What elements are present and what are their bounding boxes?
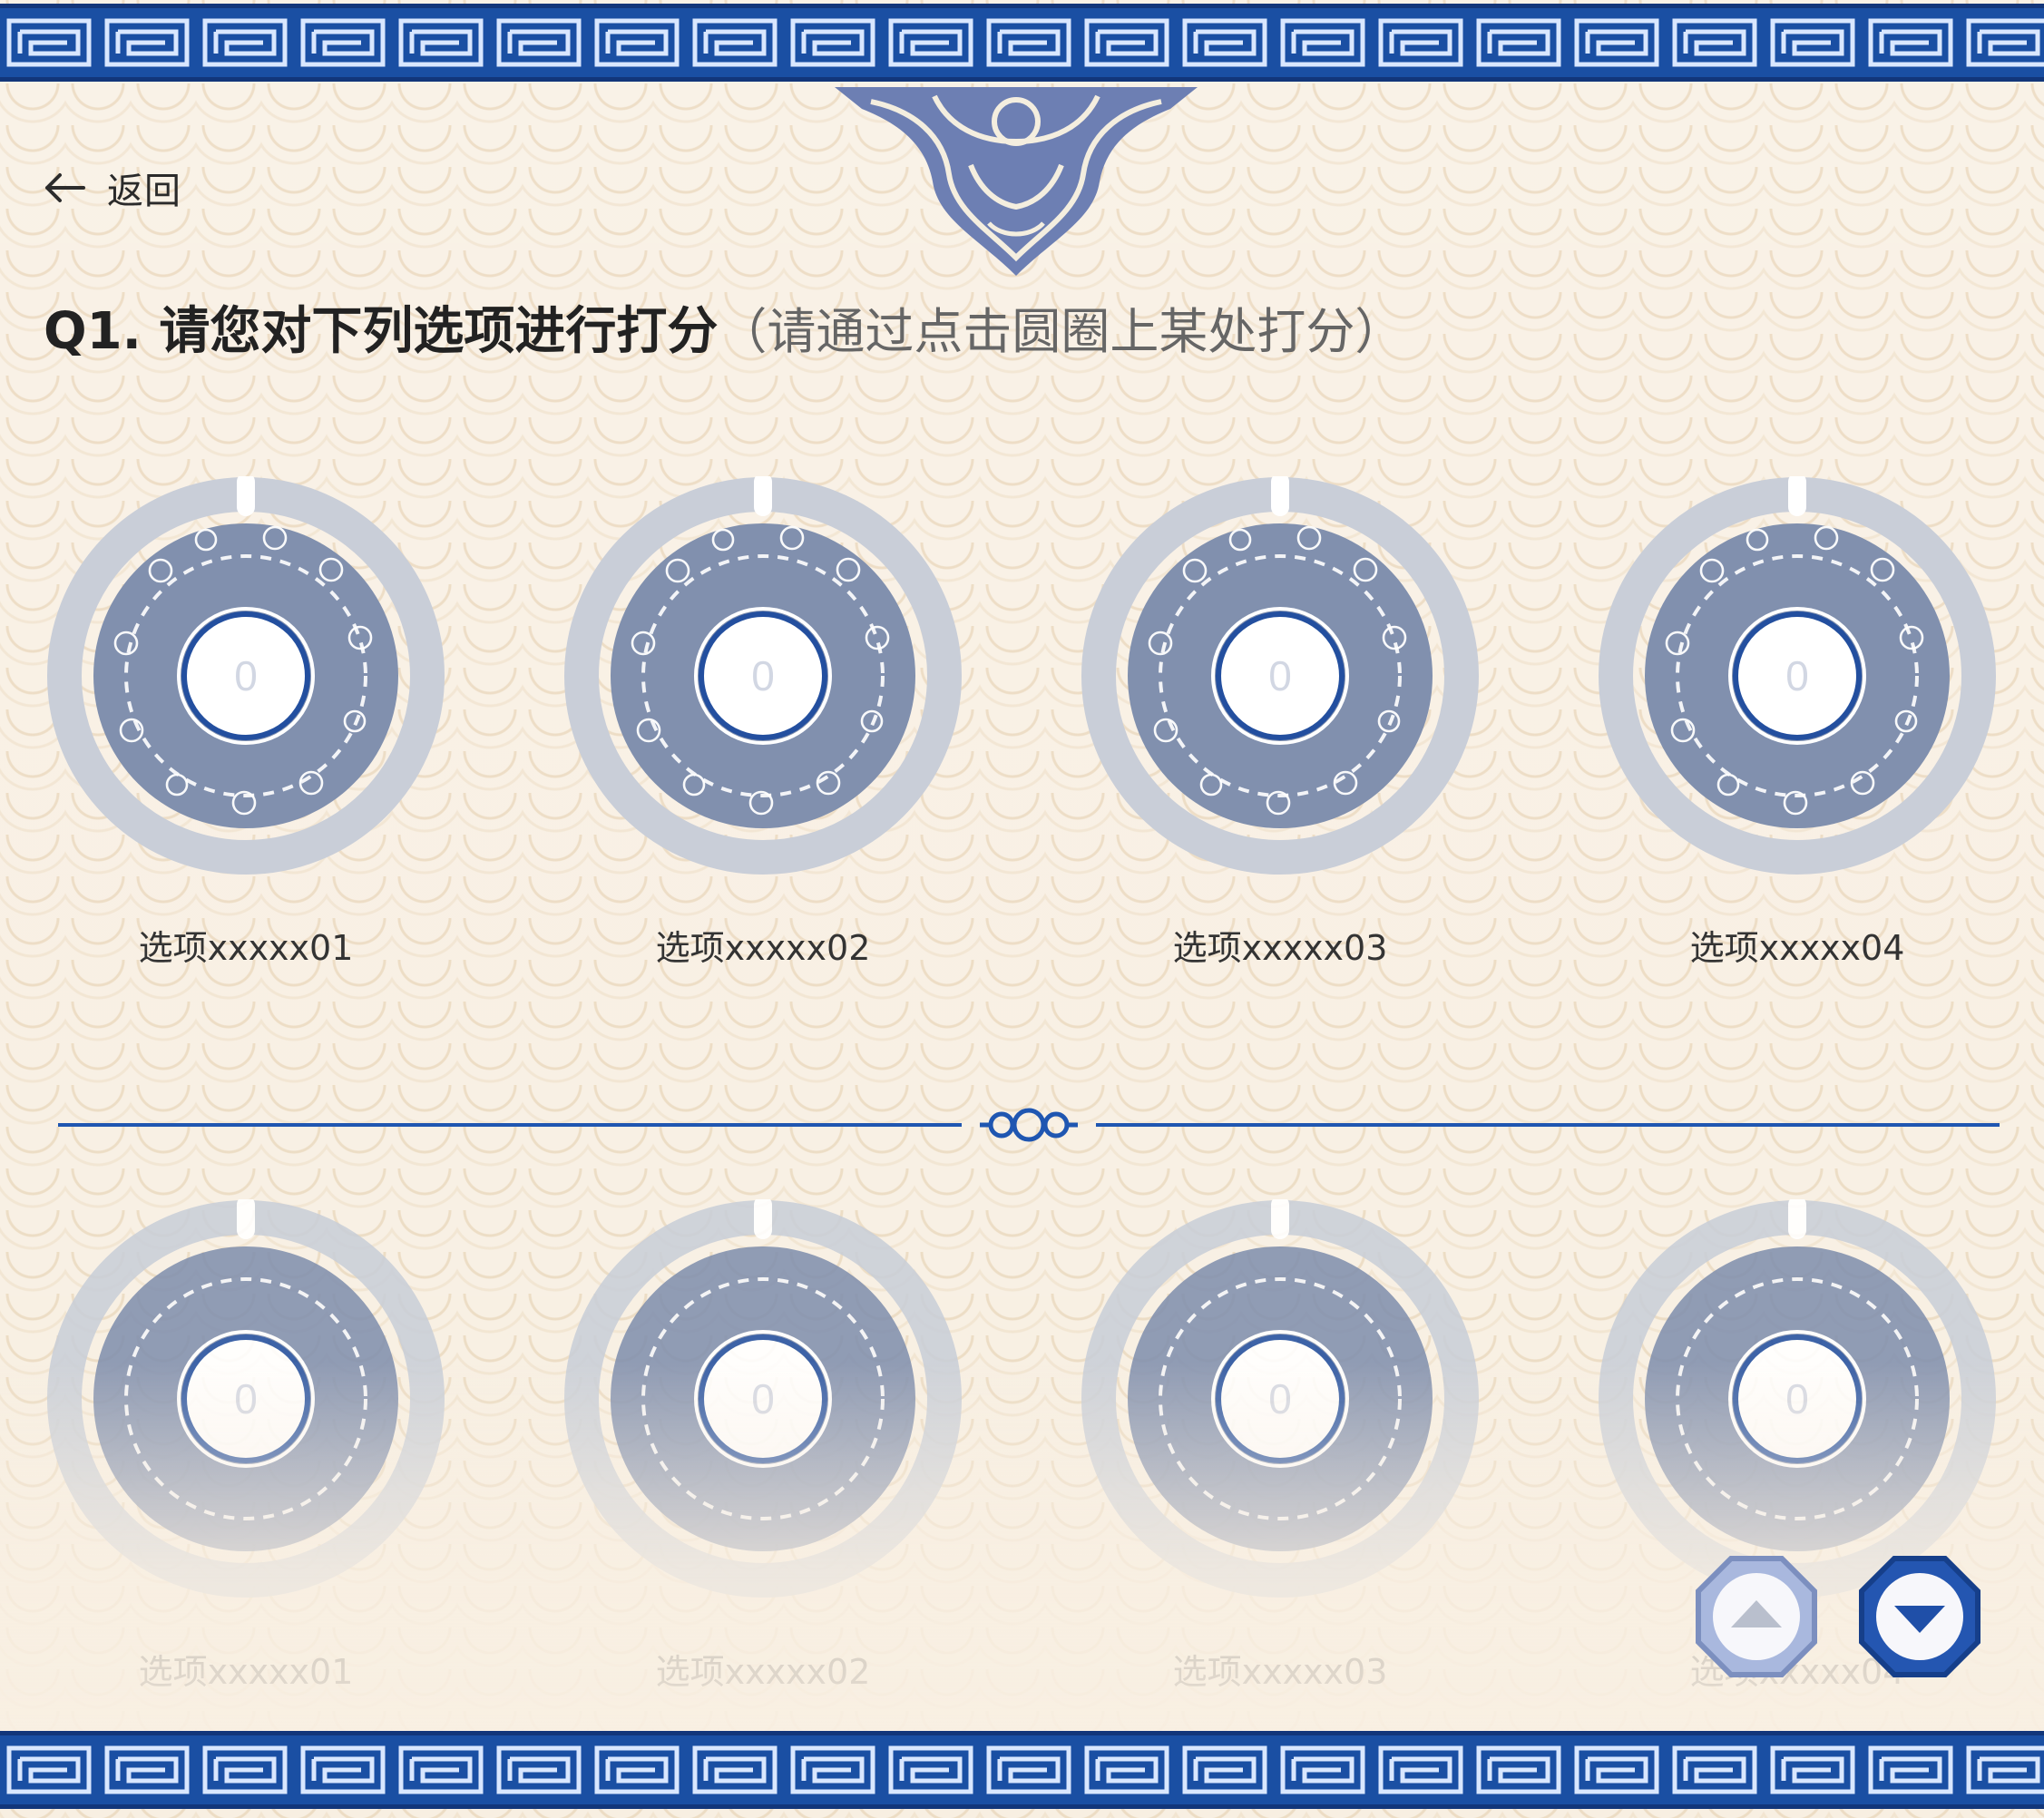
rating-dial-08[interactable]: 0: [1598, 1199, 1997, 1598]
question-text: Q1. 请您对下列选项进行打分: [44, 302, 719, 361]
rating-dial-06[interactable]: 0: [563, 1199, 963, 1598]
question-hint: （请通过点击圆圈上某处打分）: [718, 303, 1404, 360]
lotus-crest-ornament: [835, 87, 1198, 276]
rating-ring: [564, 1199, 962, 1598]
rating-ring: [1081, 476, 1479, 875]
arrow-left-icon: [45, 173, 85, 202]
rating-dial-05[interactable]: 0: [46, 1199, 445, 1598]
option-label-06: 选项xxxxx02: [655, 1652, 871, 1692]
rating-dial-03[interactable]: 0: [1081, 476, 1480, 875]
section-divider: [58, 1108, 2000, 1142]
scroll-up-button[interactable]: [1693, 1553, 1820, 1680]
chevron-down-icon: [1859, 1556, 1980, 1677]
back-button[interactable]: 返回: [42, 161, 181, 214]
fret-pattern-bottom: [0, 1735, 2044, 1804]
survey-page: 返回 Q1. 请您对下列选项进行打分（请通过点击圆圈上某处打分） 0 选项xxx…: [0, 0, 2044, 1818]
question-title: Q1. 请您对下列选项进行打分（请通过点击圆圈上某处打分）: [44, 290, 2003, 364]
rating-ring: [1081, 1199, 1479, 1598]
rating-dial-07[interactable]: 0: [1081, 1199, 1480, 1598]
bottom-fret-border: [0, 1731, 2044, 1809]
knot-ornament-icon: [980, 1108, 1078, 1142]
rating-dial-02[interactable]: 0: [563, 476, 963, 875]
back-label: 返回: [107, 171, 181, 212]
rating-ring: [47, 1199, 445, 1598]
option-label-01: 选项xxxxx01: [138, 928, 354, 968]
rating-ring: [1599, 476, 1996, 875]
option-label-05: 选项xxxxx01: [138, 1652, 354, 1692]
rating-dial-01[interactable]: 0: [46, 476, 445, 875]
chevron-up-icon: [1696, 1556, 1817, 1677]
rating-dial-04[interactable]: 0: [1598, 476, 1997, 875]
top-fret-border: [0, 4, 2044, 82]
option-label-07: 选项xxxxx03: [1172, 1652, 1388, 1692]
rating-ring: [1599, 1199, 1996, 1598]
option-label-02: 选项xxxxx02: [655, 928, 871, 968]
option-label-04: 选项xxxxx04: [1689, 928, 1905, 968]
rating-ring: [47, 476, 445, 875]
scroll-down-button[interactable]: [1856, 1553, 1983, 1680]
fret-pattern-top: [0, 8, 2044, 77]
option-label-03: 选项xxxxx03: [1172, 928, 1388, 968]
rating-ring: [564, 476, 962, 875]
